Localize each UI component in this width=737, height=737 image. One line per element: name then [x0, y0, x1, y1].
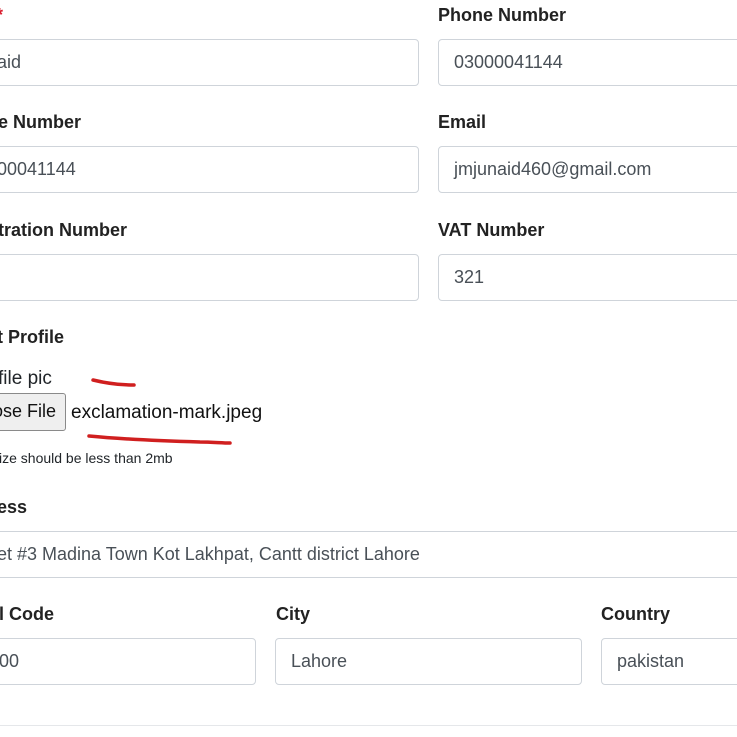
vat-input-value: 321: [454, 267, 485, 287]
mobile-input[interactable]: 00041144: [0, 146, 419, 193]
city-input[interactable]: Lahore: [275, 638, 582, 685]
file-size-hint: ize should be less than 2mb: [0, 450, 173, 466]
address-label: ess: [0, 497, 28, 517]
email-input-value: jmjunaid460@gmail.com: [454, 159, 652, 179]
phone-input-value: 03000041144: [454, 52, 563, 72]
vat-label: VAT Number: [438, 220, 545, 240]
annotation-underline-short: [91, 378, 136, 387]
postal-code-label: l Code: [0, 604, 55, 624]
registration-input[interactable]: [0, 254, 419, 301]
section-divider: [0, 725, 737, 726]
name-input-value: aid: [0, 52, 22, 72]
address-input[interactable]: et #3 Madina Town Kot Lakhpat, Cantt dis…: [0, 531, 737, 578]
mobile-input-value: 00041144: [0, 159, 76, 179]
profile-section-heading: t Profile: [0, 327, 65, 347]
country-label: Country: [601, 604, 670, 624]
postal-code-input-value: 00: [0, 651, 20, 671]
chosen-file-name: exclamation-mark.jpeg: [71, 402, 263, 423]
name-label: *: [0, 6, 3, 24]
phone-input[interactable]: 03000041144: [438, 39, 737, 86]
country-input[interactable]: pakistan: [601, 638, 737, 685]
annotation-marks: [87, 378, 232, 445]
vat-input[interactable]: 321: [438, 254, 737, 301]
city-label: City: [276, 604, 311, 624]
city-input-value: Lahore: [291, 651, 348, 671]
country-input-value: pakistan: [617, 651, 685, 671]
required-marker: *: [0, 5, 3, 25]
email-input[interactable]: jmjunaid460@gmail.com: [438, 146, 737, 193]
address-input-value: et #3 Madina Town Kot Lakhpat, Cantt dis…: [0, 544, 420, 564]
name-input[interactable]: aid: [0, 39, 419, 86]
choose-file-button[interactable]: ose File: [0, 393, 66, 431]
registration-label: tration Number: [0, 220, 128, 240]
annotation-underline-long: [87, 434, 232, 445]
email-label: Email: [438, 112, 487, 132]
postal-code-input[interactable]: 00: [0, 638, 256, 685]
mobile-label: e Number: [0, 112, 82, 132]
profile-pic-label: file pic: [0, 368, 52, 389]
phone-label: Phone Number: [438, 5, 567, 25]
